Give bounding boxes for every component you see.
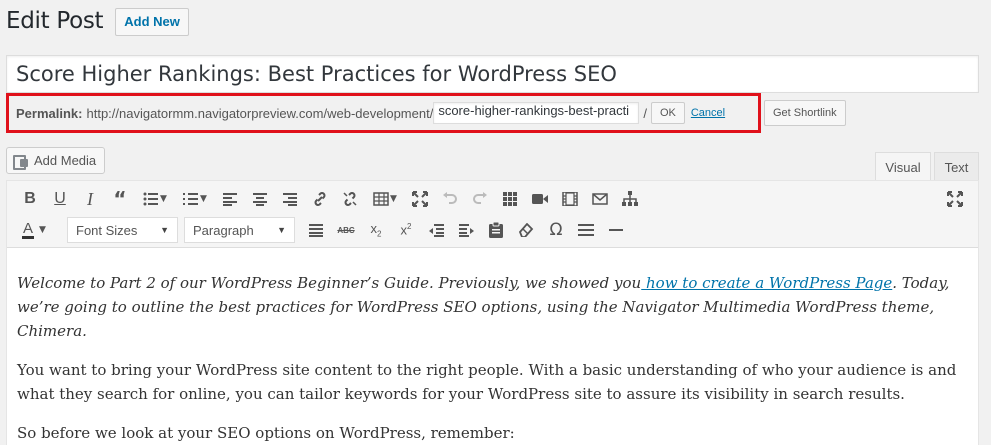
permalink-ok-button[interactable]: OK — [650, 102, 685, 124]
font-size-value: Font Sizes — [76, 222, 138, 238]
video-icon[interactable] — [525, 185, 555, 213]
superscript-icon[interactable]: x2 — [391, 216, 421, 244]
subscript-icon[interactable]: x2 — [361, 216, 391, 244]
paste-text-icon[interactable] — [481, 216, 511, 244]
editor-toolbar: B U I “ ▼ ▼ ▼ A ▼ Font Sizes ▼ Paragraph… — [7, 181, 978, 248]
email-icon[interactable] — [585, 185, 615, 213]
add-new-button[interactable]: Add New — [115, 8, 189, 36]
underline-icon[interactable]: U — [45, 185, 75, 213]
font-size-select[interactable]: Font Sizes ▼ — [67, 217, 178, 243]
chevron-down-icon: ▼ — [160, 225, 169, 235]
unlink-icon[interactable] — [335, 185, 365, 213]
media-icon — [13, 153, 29, 170]
chevron-down-icon: ▼ — [390, 194, 397, 204]
editor-content[interactable]: Welcome to Part 2 of our WordPress Begin… — [7, 248, 978, 445]
post-title-input[interactable] — [6, 55, 979, 93]
film-icon[interactable] — [555, 185, 585, 213]
horizontal-line-icon-2[interactable] — [571, 216, 601, 244]
paragraph-3: So before we look at your SEO options on… — [17, 424, 515, 442]
numbered-list-icon[interactable]: ▼ — [175, 185, 215, 213]
page-title: Edit Post — [6, 8, 104, 34]
bold-icon[interactable]: B — [15, 185, 45, 213]
toolbar-row-1: B U I “ ▼ ▼ ▼ — [15, 185, 645, 213]
resize-icon[interactable] — [405, 185, 435, 213]
tab-text[interactable]: Text — [934, 152, 979, 181]
chevron-down-icon: ▼ — [277, 225, 286, 235]
create-page-link[interactable]: how to create a WordPress Page — [641, 274, 892, 292]
chevron-down-icon: ▼ — [160, 194, 167, 204]
blockquote-icon[interactable]: “ — [105, 185, 135, 213]
tab-visual[interactable]: Visual — [875, 152, 931, 181]
align-center-icon[interactable] — [245, 185, 275, 213]
get-shortlink-button[interactable]: Get Shortlink — [764, 100, 846, 126]
italic-icon[interactable]: I — [75, 185, 105, 213]
permalink-slug-input[interactable]: score-higher-rankings-best-practi — [433, 102, 640, 124]
intro-text-before: Welcome to Part 2 of our WordPress Begin… — [17, 274, 642, 292]
intro-paragraph: Welcome to Part 2 of our WordPress Begin… — [17, 271, 968, 343]
strikethrough-icon[interactable]: ABC — [331, 216, 361, 244]
permalink-slash: / — [643, 105, 647, 121]
chevron-down-icon: ▼ — [39, 225, 46, 235]
chevron-down-icon: ▼ — [200, 194, 207, 204]
sitemap-icon[interactable] — [615, 185, 645, 213]
link-icon[interactable] — [305, 185, 335, 213]
grid-icon[interactable] — [495, 185, 525, 213]
format-select[interactable]: Paragraph ▼ — [184, 217, 295, 243]
special-character-icon[interactable]: Ω — [541, 216, 571, 244]
editor: B U I “ ▼ ▼ ▼ A ▼ Font Sizes ▼ Paragraph… — [6, 180, 979, 445]
align-right-icon[interactable] — [275, 185, 305, 213]
permalink-base-url: http://navigatormm.navigatorpreview.com/… — [86, 105, 434, 121]
toolbar-row-2: A ▼ Font Sizes ▼ Paragraph ▼ ABC x2 x2 Ω — [15, 216, 631, 244]
clear-formatting-icon[interactable] — [511, 216, 541, 244]
format-value: Paragraph — [193, 222, 254, 238]
permalink-label: Permalink: — [16, 105, 83, 121]
add-media-label: Add Media — [34, 153, 97, 168]
undo-icon[interactable] — [435, 185, 465, 213]
horizontal-line-icon[interactable] — [601, 216, 631, 244]
table-icon[interactable]: ▼ — [365, 185, 405, 213]
paragraph-2: You want to bring your WordPress site co… — [17, 361, 957, 403]
justify-icon[interactable] — [301, 216, 331, 244]
outdent-icon[interactable] — [421, 216, 451, 244]
bullet-list-icon[interactable]: ▼ — [135, 185, 175, 213]
permalink-row: Permalink: http://navigatormm.navigatorp… — [16, 101, 725, 125]
text-color-icon[interactable]: A ▼ — [15, 216, 53, 244]
align-left-icon[interactable] — [215, 185, 245, 213]
page-header: Edit Post Add New — [6, 6, 189, 36]
add-media-button[interactable]: Add Media — [6, 147, 106, 174]
permalink-cancel-link[interactable]: Cancel — [691, 107, 725, 119]
fullscreen-icon[interactable] — [940, 185, 970, 213]
redo-icon[interactable] — [465, 185, 495, 213]
indent-icon[interactable] — [451, 216, 481, 244]
